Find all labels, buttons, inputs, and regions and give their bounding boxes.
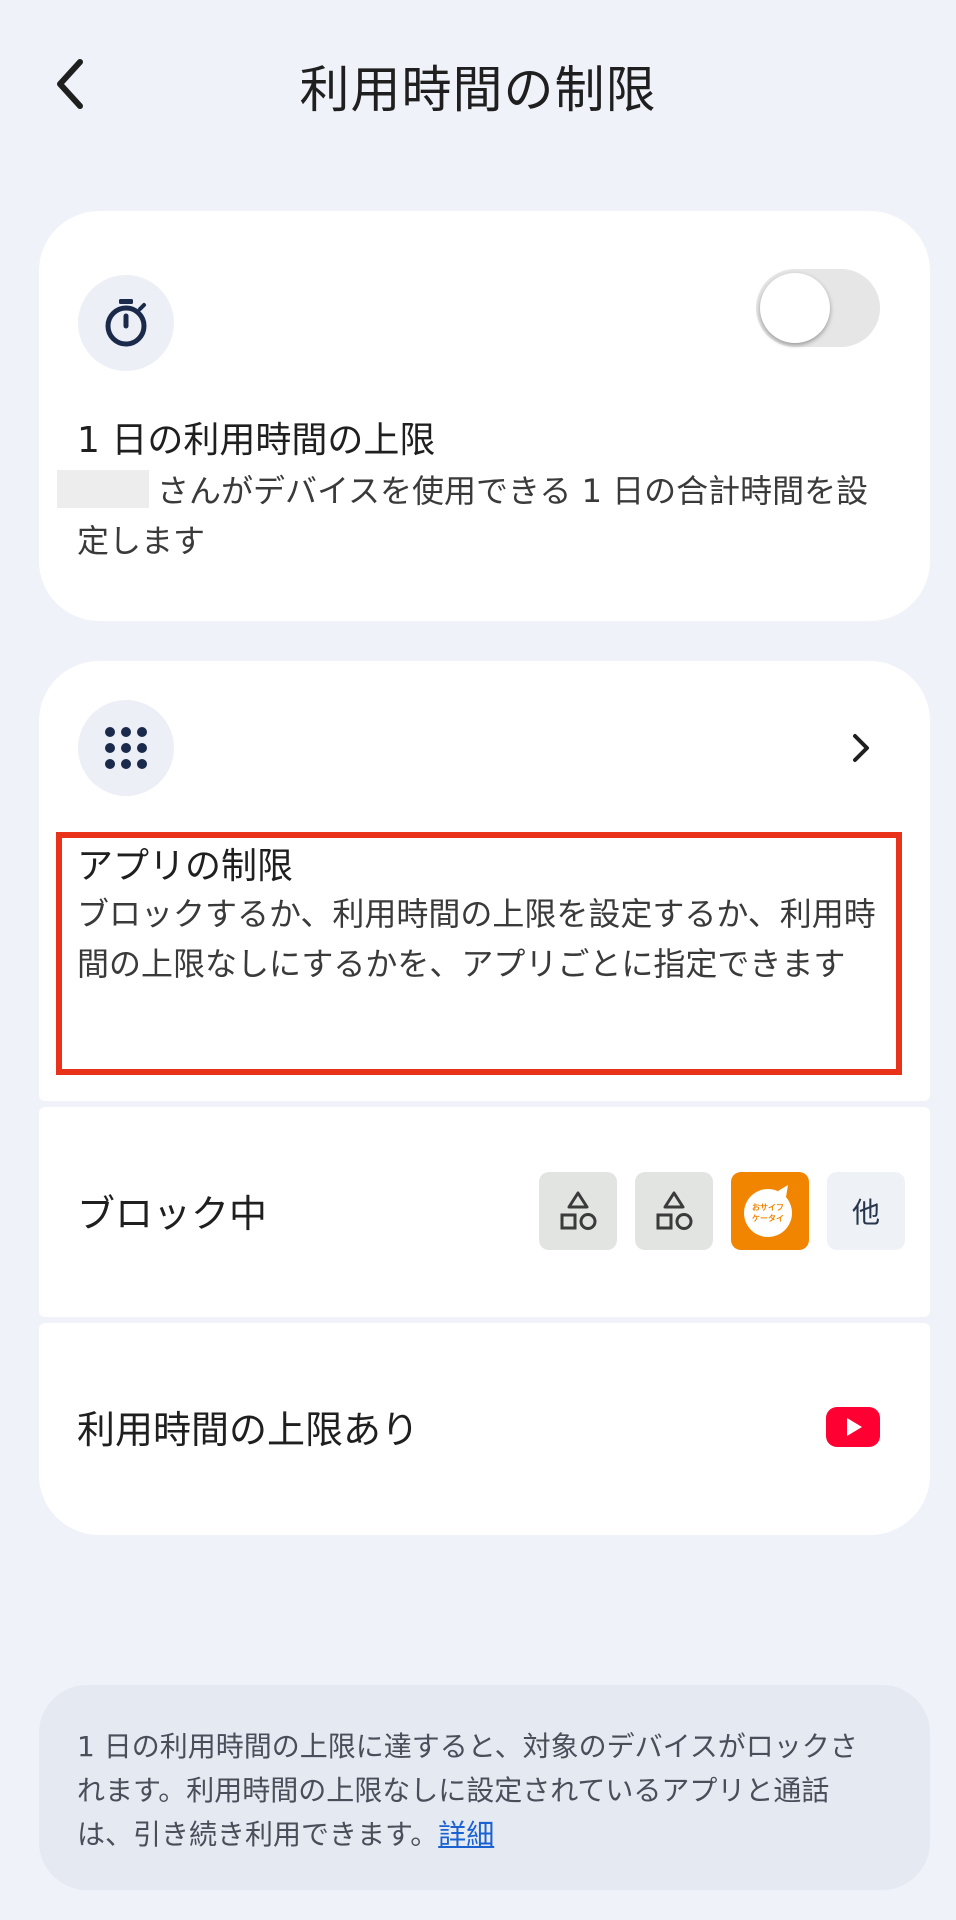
app-limits-card[interactable]: アプリの制限 ブロックするか、利用時間の上限を設定するか、利用時間の上限なしにす… <box>39 661 930 1101</box>
chevron-right-icon <box>853 734 869 762</box>
timer-icon-container <box>78 275 174 371</box>
screen: 利用時間の制限 1 日の利用時間の上限 さんがデバイスを使用できる 1 日の合計… <box>0 0 956 1920</box>
svg-text:おサイフ: おサイフ <box>752 1203 784 1212</box>
osaifu-keitai-icon: おサイフ ケータイ <box>731 1172 809 1250</box>
apps-placeholder-icon <box>635 1172 713 1250</box>
svg-text:ケータイ: ケータイ <box>752 1213 784 1223</box>
daily-limit-title: 1 日の利用時間の上限 <box>77 420 436 461</box>
time-limited-apps-row[interactable]: 利用時間の上限あり <box>39 1323 930 1535</box>
blocked-apps-row[interactable]: ブロック中 おサイフ ケータイ 他 <box>39 1107 930 1317</box>
redacted-user-name <box>57 470 149 508</box>
youtube-icon <box>826 1407 880 1447</box>
apps-placeholder-icon <box>539 1172 617 1250</box>
apps-grid-icon-container <box>78 700 174 796</box>
app-bar: 利用時間の制限 <box>0 0 956 170</box>
daily-limit-description-text: さんがデバイスを使用できる 1 日の合計時間を設定します <box>77 472 869 560</box>
blocked-apps-label: ブロック中 <box>77 1192 268 1236</box>
apps-grid-icon <box>105 727 147 769</box>
timer-icon <box>105 299 147 347</box>
more-apps-badge: 他 <box>827 1172 905 1250</box>
daily-limit-description: さんがデバイスを使用できる 1 日の合計時間を設定します <box>57 466 892 566</box>
time-limited-apps-label: 利用時間の上限あり <box>77 1408 420 1452</box>
info-text: 1 日の利用時間の上限に達すると、対象のデバイスがロックされます。利用時間の上限… <box>77 1725 880 1857</box>
daily-limit-toggle[interactable] <box>756 269 880 347</box>
app-limits-title: アプリの制限 <box>77 846 294 887</box>
info-notice: 1 日の利用時間の上限に達すると、対象のデバイスがロックされます。利用時間の上限… <box>39 1685 930 1890</box>
toggle-knob <box>760 273 830 343</box>
page-title: 利用時間の制限 <box>299 61 657 119</box>
app-limits-description: ブロックするか、利用時間の上限を設定するか、利用時間の上限なしにするかを、アプリ… <box>77 895 876 983</box>
daily-limit-card[interactable]: 1 日の利用時間の上限 さんがデバイスを使用できる 1 日の合計時間を設定します <box>39 211 930 621</box>
details-link[interactable]: 詳細 <box>438 1818 494 1851</box>
app-limits-chevron[interactable] <box>836 723 886 773</box>
blocked-app-icons: おサイフ ケータイ 他 <box>539 1172 905 1250</box>
